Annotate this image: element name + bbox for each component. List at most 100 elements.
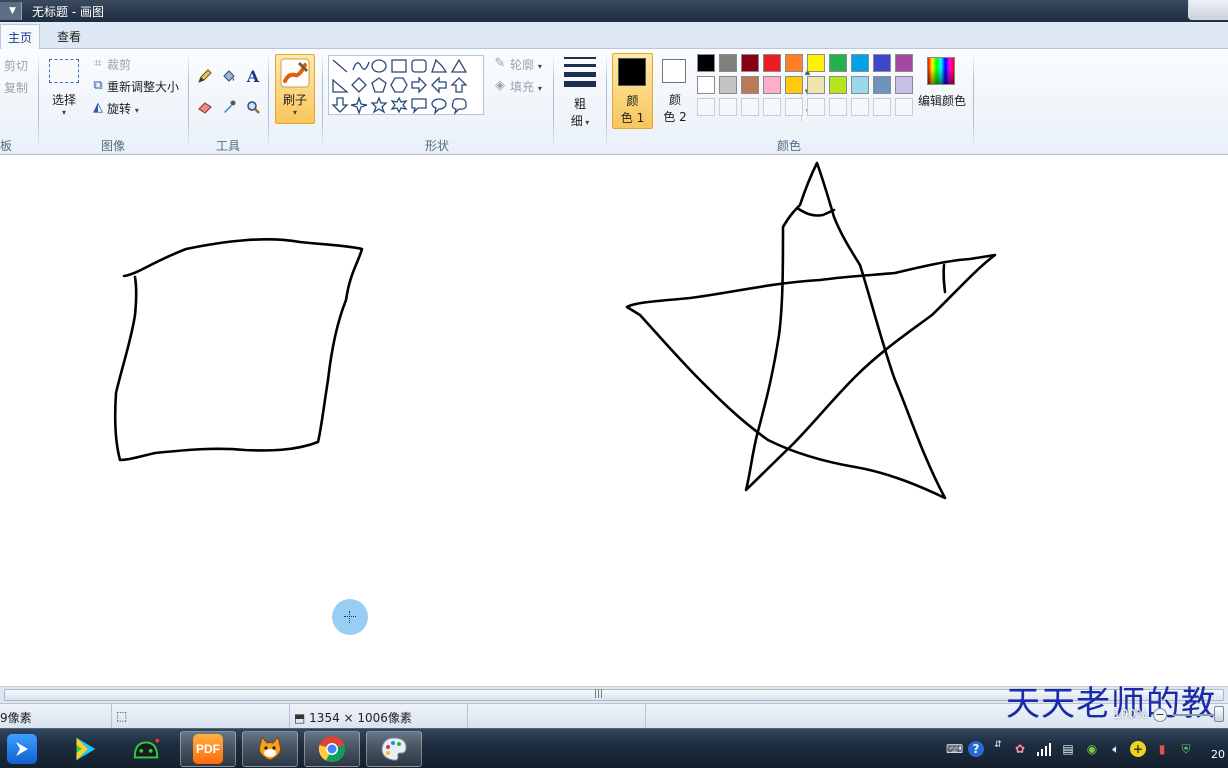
taskbar-chrome[interactable] bbox=[304, 731, 360, 767]
six-point-star-shape-icon[interactable] bbox=[390, 96, 408, 114]
zoom-slider-track[interactable] bbox=[1172, 714, 1220, 716]
rainbow-palette-icon[interactable] bbox=[927, 57, 955, 85]
copy-button[interactable]: 复制 bbox=[4, 79, 28, 96]
palette-swatch[interactable] bbox=[807, 76, 825, 94]
cloud-callout-shape-icon[interactable] bbox=[451, 98, 467, 116]
tab-view[interactable]: 查看 bbox=[48, 24, 90, 49]
rounded-rectangle-shape-icon[interactable] bbox=[411, 59, 427, 73]
rounded-callout-shape-icon[interactable] bbox=[411, 98, 427, 115]
taskbar-paint[interactable] bbox=[366, 731, 422, 767]
palette-swatch[interactable] bbox=[719, 54, 737, 72]
text-tool-icon[interactable]: A bbox=[243, 66, 263, 86]
color1-button[interactable]: 颜 色 1 bbox=[612, 53, 653, 129]
oval-callout-shape-icon[interactable] bbox=[431, 98, 447, 115]
down-arrow-shape-icon[interactable] bbox=[331, 97, 349, 113]
color2-button[interactable]: 颜 色 2 bbox=[656, 53, 694, 129]
magnifier-icon[interactable] bbox=[243, 97, 263, 117]
zoom-slider-knob[interactable] bbox=[1214, 706, 1224, 722]
clock[interactable]: 20 bbox=[1211, 748, 1225, 761]
palette-swatch[interactable] bbox=[785, 76, 803, 94]
minimize-button[interactable] bbox=[1188, 0, 1228, 20]
rectangle-shape-icon[interactable] bbox=[391, 59, 407, 73]
add-icon[interactable]: + bbox=[1130, 741, 1146, 757]
palette-swatch[interactable] bbox=[763, 76, 781, 94]
palette-swatch[interactable] bbox=[829, 76, 847, 94]
hexagon-shape-icon[interactable] bbox=[390, 77, 408, 93]
five-point-star-shape-icon[interactable] bbox=[370, 96, 388, 114]
flower-icon[interactable]: ✿ bbox=[1012, 741, 1028, 757]
palette-empty-slot[interactable] bbox=[719, 98, 737, 116]
network-signal-icon[interactable] bbox=[1036, 741, 1052, 757]
zoom-out-button[interactable]: − bbox=[1153, 708, 1167, 722]
palette-swatch[interactable] bbox=[851, 76, 869, 94]
palette-swatch[interactable] bbox=[741, 54, 759, 72]
selection-icon: ⬚ bbox=[116, 709, 128, 723]
drawing-canvas[interactable] bbox=[0, 155, 1228, 686]
palette-swatch[interactable] bbox=[873, 54, 891, 72]
palette-swatch[interactable] bbox=[851, 54, 869, 72]
brush-button[interactable]: 刷子 ▾ bbox=[275, 54, 315, 124]
line-shape-icon[interactable] bbox=[332, 59, 348, 73]
up-arrow-shape-icon[interactable] bbox=[450, 77, 468, 93]
start-button[interactable] bbox=[0, 731, 44, 767]
nvidia-icon[interactable]: ◉ bbox=[1084, 741, 1100, 757]
triangle-shape-icon[interactable] bbox=[450, 58, 468, 73]
usb-icon[interactable]: ▮ bbox=[1154, 741, 1170, 757]
size-button[interactable]: 粗 细 ▾ bbox=[561, 55, 599, 128]
diamond-shape-icon[interactable] bbox=[351, 77, 367, 93]
palette-empty-slot[interactable] bbox=[763, 98, 781, 116]
palette-empty-slot[interactable] bbox=[895, 98, 913, 116]
right-triangle-shape-icon[interactable] bbox=[332, 78, 349, 93]
fill-button[interactable]: 填充 ▾ bbox=[510, 78, 542, 95]
palette-swatch[interactable] bbox=[697, 76, 715, 94]
taskbar-video-player[interactable] bbox=[56, 731, 112, 767]
palette-empty-slot[interactable] bbox=[851, 98, 869, 116]
eraser-icon[interactable] bbox=[195, 97, 215, 117]
left-arrow-shape-icon[interactable] bbox=[431, 76, 447, 94]
palette-empty-slot[interactable] bbox=[829, 98, 847, 116]
crop-button[interactable]: 裁剪 bbox=[107, 56, 131, 73]
palette-empty-slot[interactable] bbox=[807, 98, 825, 116]
cut-button[interactable]: 剪切 bbox=[4, 57, 28, 74]
palette-swatch[interactable] bbox=[829, 54, 847, 72]
pencil-icon[interactable] bbox=[195, 66, 215, 86]
volume-icon[interactable]: 🔈︎ bbox=[1108, 741, 1124, 757]
edit-colors-button[interactable]: 编辑颜色 bbox=[918, 92, 966, 109]
four-point-star-shape-icon[interactable] bbox=[350, 95, 368, 116]
select-button[interactable]: 选择 ▾ bbox=[46, 55, 82, 125]
palette-empty-slot[interactable] bbox=[697, 98, 715, 116]
rotate-button[interactable]: 旋转 ▾ bbox=[107, 100, 139, 117]
palette-empty-slot[interactable] bbox=[873, 98, 891, 116]
palette-swatch[interactable] bbox=[895, 54, 913, 72]
palette-swatch[interactable] bbox=[763, 54, 781, 72]
taskbar-pdf-app[interactable]: PDF bbox=[180, 731, 236, 767]
palette-swatch[interactable] bbox=[873, 76, 891, 94]
palette-empty-slot[interactable] bbox=[741, 98, 759, 116]
polygon-shape-icon[interactable] bbox=[431, 58, 448, 73]
curve-shape-icon[interactable] bbox=[352, 61, 370, 71]
palette-empty-slot[interactable] bbox=[785, 98, 803, 116]
keyboard-icon[interactable]: ⌨ bbox=[946, 741, 963, 757]
fill-bucket-icon[interactable] bbox=[219, 66, 239, 86]
display-icon[interactable]: ▤ bbox=[1060, 741, 1076, 757]
pentagon-shape-icon[interactable] bbox=[371, 77, 387, 93]
palette-swatch[interactable] bbox=[697, 54, 715, 72]
palette-swatch[interactable] bbox=[741, 76, 759, 94]
taskbar-game-app[interactable] bbox=[118, 731, 174, 767]
palette-swatch[interactable] bbox=[895, 76, 913, 94]
palette-swatch[interactable] bbox=[785, 54, 803, 72]
outline-button[interactable]: 轮廓 ▾ bbox=[510, 56, 542, 73]
palette-swatch[interactable] bbox=[719, 76, 737, 94]
resize-button[interactable]: 重新调整大小 bbox=[107, 78, 179, 95]
oval-shape-icon[interactable] bbox=[371, 59, 387, 73]
taskbar-scratch[interactable] bbox=[242, 731, 298, 767]
color-picker-icon[interactable] bbox=[219, 97, 239, 117]
updown-arrows-icon[interactable]: ⇵ bbox=[990, 741, 1006, 757]
help-icon[interactable]: ? bbox=[968, 741, 984, 757]
shield-icon[interactable]: ⛨ bbox=[1178, 741, 1194, 757]
quick-access-dropdown[interactable]: ▼ bbox=[0, 2, 22, 20]
tab-home[interactable]: 主页 bbox=[0, 24, 40, 49]
resize-icon: ⧉ bbox=[93, 77, 103, 93]
right-arrow-shape-icon[interactable] bbox=[411, 76, 427, 94]
palette-swatch[interactable] bbox=[807, 54, 825, 72]
